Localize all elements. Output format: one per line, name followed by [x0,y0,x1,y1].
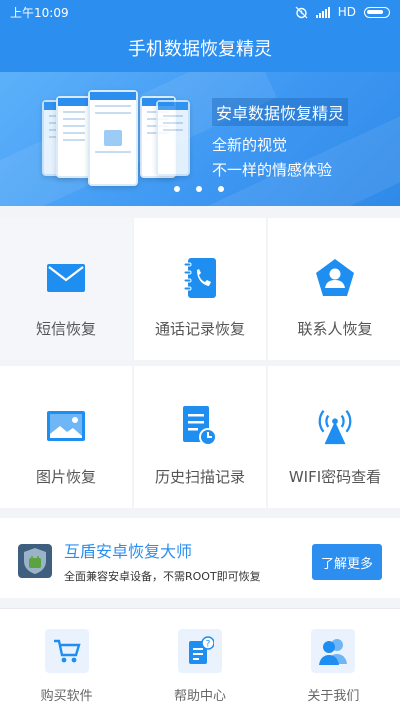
history-document-icon [180,404,220,448]
feature-label: WIFI密码查看 [288,468,382,486]
banner-line-1: 全新的视觉 [212,136,288,154]
tab-buy-software[interactable]: 购买软件 [0,609,133,710]
contact-icon [315,256,355,300]
tab-about-us[interactable]: 关于我们 [267,609,400,710]
status-icons: HD [295,5,390,19]
feature-grid: 短信恢复 通话记录恢复 联系人恢复 图片恢复 历史扫描记录 WIFI密码查看 [0,218,400,508]
phone-mockup-illustration [42,90,192,190]
tab-label: 帮助中心 [173,689,226,704]
cart-icon [44,629,89,673]
carousel-dot[interactable] [174,186,180,192]
envelope-icon [46,256,86,300]
promo-banner: 互盾安卓恢复大师 全面兼容安卓设备，不需ROOT即可恢复 了解更多 [0,518,400,598]
call-log-icon [180,256,220,300]
feature-sms-recovery[interactable]: 短信恢复 [0,218,132,360]
promo-title: 互盾安卓恢复大师 [64,542,193,561]
signal-icon [315,6,330,18]
page-title: 手机数据恢复精灵 [128,39,272,60]
status-bar: 上午10:09 HD [0,0,400,24]
promo-subtitle: 全面兼容安卓设备，不需ROOT即可恢复 [64,570,261,583]
status-time: 上午10:09 [10,5,69,20]
people-icon [311,629,356,673]
banner-line-2: 不一样的情感体验 [212,161,333,179]
tab-help-center[interactable]: ? 帮助中心 [133,609,266,710]
picture-icon [46,404,86,448]
battery-icon [364,6,390,18]
feature-label: 短信恢复 [35,320,96,338]
learn-more-button[interactable]: 了解更多 [312,544,382,580]
bottom-nav: 购买软件 ? 帮助中心 关于我们 [0,608,400,710]
help-document-icon: ? [177,629,222,673]
feature-wifi-password[interactable]: WIFI密码查看 [268,366,400,508]
tab-label: 关于我们 [307,689,360,704]
banner-title: 安卓数据恢复精灵 [212,98,349,126]
app-logo-icon [18,544,52,578]
app-title-bar: 手机数据恢复精灵 [0,24,400,72]
feature-photo-recovery[interactable]: 图片恢复 [0,366,132,508]
feature-contacts-recovery[interactable]: 联系人恢复 [268,218,400,360]
tab-label: 购买软件 [40,689,93,704]
feature-label: 历史扫描记录 [154,468,245,486]
feature-call-log-recovery[interactable]: 通话记录恢复 [134,218,266,360]
wifi-signal-icon [315,404,355,448]
feature-scan-history[interactable]: 历史扫描记录 [134,366,266,508]
carousel-dot[interactable] [218,186,224,192]
alarm-icon [295,6,308,18]
feature-label: 图片恢复 [35,468,96,486]
network-label: HD [337,5,356,19]
carousel-dot[interactable] [196,186,202,192]
banner-text: 安卓数据恢复精灵 全新的视觉 不一样的情感体验 [212,98,349,180]
feature-label: 联系人恢复 [297,320,373,338]
svg-text:?: ? [206,640,211,650]
feature-label: 通话记录恢复 [154,320,245,338]
carousel-indicator [174,186,224,192]
